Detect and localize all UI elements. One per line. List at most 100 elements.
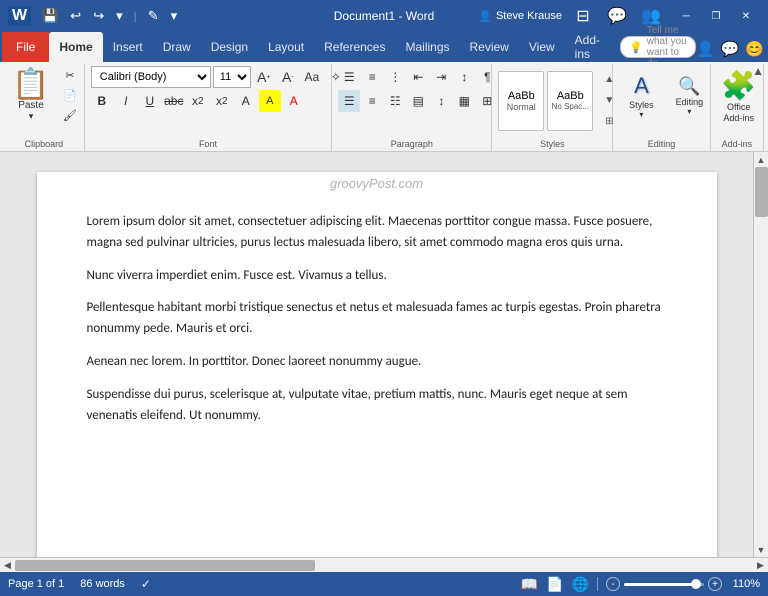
scroll-thumb[interactable]: [755, 167, 768, 217]
cut-button[interactable]: ✂: [56, 66, 84, 84]
shading-button[interactable]: ▦: [453, 90, 475, 112]
undo-quick-icon[interactable]: ↩: [67, 6, 84, 26]
text-highlight-button[interactable]: A: [259, 90, 281, 112]
tab-insert[interactable]: Insert: [103, 32, 153, 62]
zoom-percent[interactable]: 110%: [730, 578, 760, 590]
bullets-button[interactable]: ☰: [338, 66, 360, 88]
h-scroll-thumb[interactable]: [15, 560, 315, 571]
subscript-button[interactable]: x2: [187, 90, 209, 112]
customize-quick-icon[interactable]: ▾: [113, 6, 126, 26]
editing-big-button[interactable]: 🔍 Editing ▾: [667, 66, 711, 126]
web-layout-icon[interactable]: 🌐: [572, 576, 589, 593]
underline-button[interactable]: U: [139, 90, 161, 112]
more-quick-icon[interactable]: ▾: [168, 6, 181, 26]
zoom-fill: [624, 583, 696, 586]
zoom-knob[interactable]: [691, 579, 701, 589]
tab-addins[interactable]: Add-ins: [565, 32, 610, 62]
styles-group-label: Styles: [492, 139, 612, 149]
paragraph-3: Pellentesque habitant morbi tristique se…: [87, 298, 667, 340]
align-right-button[interactable]: ☷: [384, 90, 406, 112]
h-scroll-right-arrow[interactable]: ▶: [753, 558, 768, 573]
tell-me-search[interactable]: 💡 Tell me what you want to do: [620, 36, 696, 58]
redo-quick-icon[interactable]: ↪: [90, 6, 107, 26]
proofing-icon[interactable]: ✓: [141, 577, 151, 591]
scroll-down-arrow[interactable]: ▼: [754, 542, 768, 557]
comment-icon[interactable]: 💬: [604, 3, 630, 29]
status-right: 📖 📄 🌐 - + 110%: [521, 576, 760, 593]
bold-button[interactable]: B: [91, 90, 113, 112]
zoom-track[interactable]: [624, 583, 704, 586]
document-text[interactable]: Lorem ipsum dolor sit amet, consectetuer…: [87, 212, 667, 426]
word-count[interactable]: 86 words: [80, 578, 125, 590]
multilevel-list-button[interactable]: ⋮: [384, 66, 406, 88]
zoom-in-button[interactable]: +: [708, 577, 722, 591]
italic-button[interactable]: I: [115, 90, 137, 112]
restore-button[interactable]: ❐: [702, 5, 730, 27]
editing-icon: 🔍: [678, 76, 700, 98]
addins-group-label: Add-ins: [711, 139, 763, 149]
tab-file[interactable]: File: [2, 32, 49, 62]
horizontal-scrollbar[interactable]: ◀ ▶: [0, 557, 768, 572]
format-painter-button[interactable]: 🖌: [56, 106, 84, 124]
font-family-select[interactable]: Calibri (Body): [91, 66, 211, 88]
style-normal[interactable]: AaBb Normal: [498, 71, 544, 131]
increase-indent-button[interactable]: ⇥: [430, 66, 452, 88]
tab-home[interactable]: Home: [49, 32, 102, 62]
align-center-button[interactable]: ≡: [361, 90, 383, 112]
font-color-button[interactable]: A: [283, 90, 305, 112]
user-account-icon: 👤: [478, 10, 492, 23]
zoom-out-button[interactable]: -: [606, 577, 620, 591]
tab-layout[interactable]: Layout: [258, 32, 314, 62]
user-area[interactable]: 👤 Steve Krause: [478, 10, 562, 23]
tab-view[interactable]: View: [519, 32, 565, 62]
font-size-increase-button[interactable]: A+: [253, 66, 275, 88]
scroll-track[interactable]: [754, 167, 768, 542]
account-icon[interactable]: 👤: [696, 40, 715, 58]
page-info[interactable]: Page 1 of 1: [8, 578, 64, 590]
superscript-button[interactable]: x2: [211, 90, 233, 112]
status-bar: Page 1 of 1 86 words ✓ 📖 📄 🌐 - + 110%: [0, 572, 768, 596]
align-left-button[interactable]: ☰: [338, 90, 360, 112]
ribbon-display-icon[interactable]: ⊟: [570, 3, 596, 29]
read-mode-icon[interactable]: 📖: [521, 576, 538, 593]
vertical-scrollbar[interactable]: ▲ ▼: [753, 152, 768, 557]
numbering-button[interactable]: ≡: [361, 66, 383, 88]
document-scroll-area[interactable]: groovyPost.com Lorem ipsum dolor sit ame…: [0, 152, 753, 557]
justify-button[interactable]: ▤: [407, 90, 429, 112]
close-button[interactable]: ✕: [732, 5, 760, 27]
decrease-indent-button[interactable]: ⇤: [407, 66, 429, 88]
line-spacing-button[interactable]: ↕: [430, 90, 452, 112]
print-layout-icon[interactable]: 📄: [546, 576, 563, 593]
styles-big-button[interactable]: A Styles ▾: [619, 66, 663, 126]
save-quick-icon[interactable]: 💾: [39, 6, 61, 26]
change-case-button[interactable]: Aa: [301, 66, 323, 88]
copy-button[interactable]: 📄: [56, 86, 84, 104]
title-bar-right: 👤 Steve Krause ⊟ 💬 👥 ─ ❐ ✕: [478, 3, 760, 29]
strikethrough-button[interactable]: abc: [163, 90, 185, 112]
h-scroll-track[interactable]: [15, 558, 753, 573]
style-no-spacing[interactable]: AaBb No Spac...: [547, 71, 593, 131]
font-row-2: B I U abc x2 x2 A A A: [91, 90, 305, 112]
editing-group-label: Editing: [613, 139, 709, 149]
clipboard-small-buttons: ✂ 📄 🖌: [56, 66, 84, 135]
h-scroll-left-arrow[interactable]: ◀: [0, 558, 15, 573]
text-effects-button[interactable]: A: [235, 90, 257, 112]
font-size-select[interactable]: 11: [213, 66, 251, 88]
tab-draw[interactable]: Draw: [153, 32, 201, 62]
font-size-decrease-button[interactable]: A-: [277, 66, 299, 88]
styles-a-icon: A: [634, 73, 649, 99]
paste-dropdown-icon: ▾: [29, 111, 34, 122]
smiley-icon[interactable]: 😊: [745, 40, 764, 58]
tab-mailings[interactable]: Mailings: [395, 32, 459, 62]
ribbon-collapse-button[interactable]: ▲: [748, 62, 768, 80]
paste-button[interactable]: 📋 Paste ▾: [10, 66, 52, 126]
comments-icon[interactable]: 💬: [721, 40, 740, 58]
tab-references[interactable]: References: [314, 32, 395, 62]
scroll-up-arrow[interactable]: ▲: [754, 152, 768, 167]
minimize-button[interactable]: ─: [672, 5, 700, 27]
sort-button[interactable]: ↕: [453, 66, 475, 88]
tab-review[interactable]: Review: [460, 32, 519, 62]
touch-mode-icon[interactable]: ✎: [145, 6, 162, 26]
tab-design[interactable]: Design: [201, 32, 258, 62]
window-controls: ─ ❐ ✕: [672, 5, 760, 27]
